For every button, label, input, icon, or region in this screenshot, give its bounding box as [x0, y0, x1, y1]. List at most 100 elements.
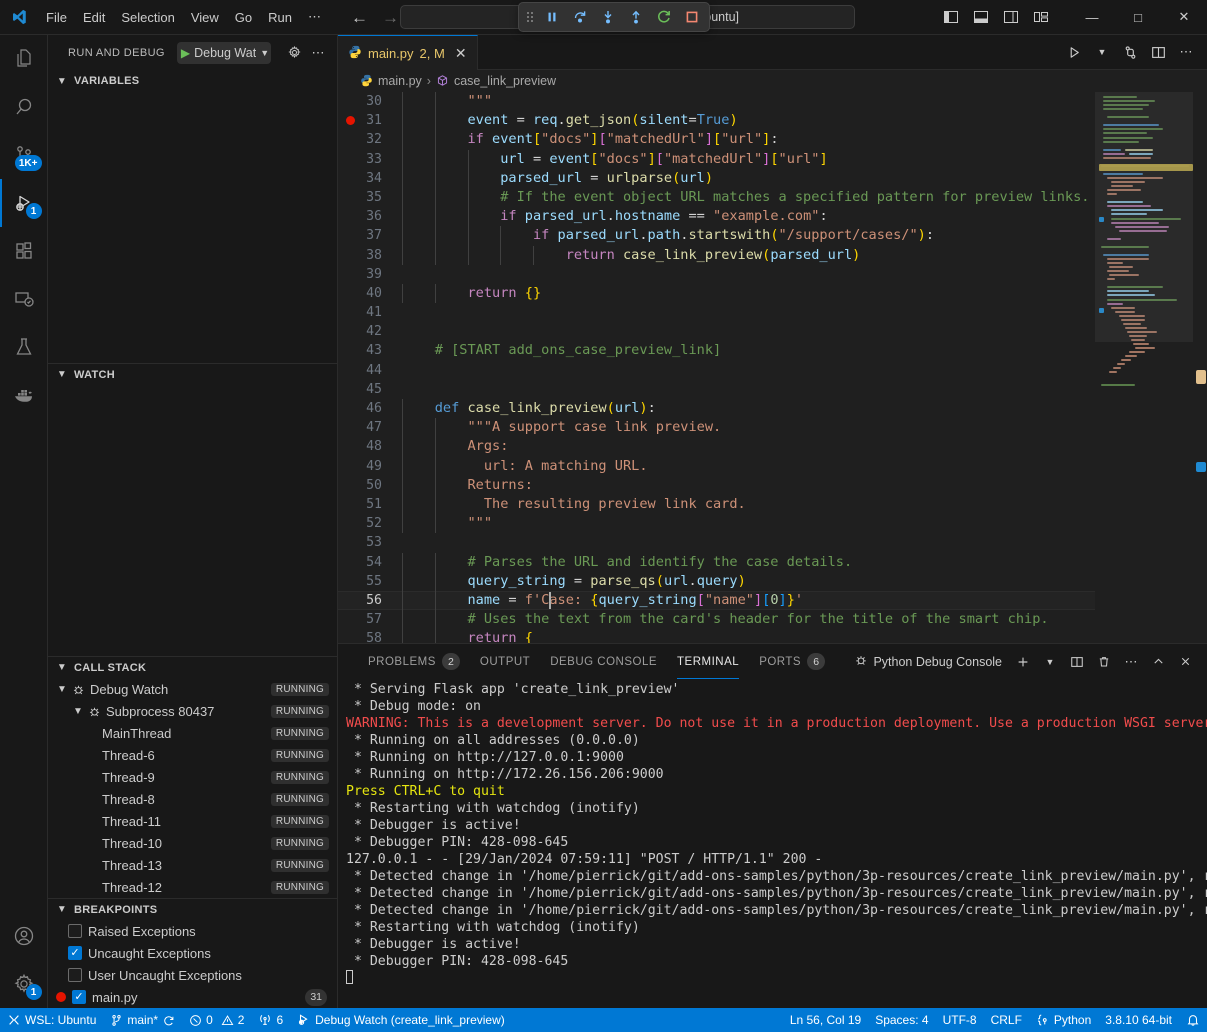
- activity-explorer[interactable]: [0, 35, 48, 83]
- code-line[interactable]: 32 if event["docs"]["matchedUrl"]["url"]…: [338, 130, 1095, 149]
- activity-manage-settings[interactable]: 1: [0, 960, 48, 1008]
- code-line[interactable]: 56 name = f'Case: {query_string["name"][…: [338, 591, 1095, 610]
- menu-more[interactable]: ⋯: [300, 5, 329, 29]
- line-number[interactable]: 52: [338, 514, 400, 533]
- code-line[interactable]: 50 Returns:: [338, 476, 1095, 495]
- panel-more-actions-icon[interactable]: ⋯: [1119, 650, 1143, 674]
- menu-edit[interactable]: Edit: [75, 6, 113, 29]
- variables-section-header[interactable]: ▼ VARIABLES: [48, 70, 337, 92]
- split-editor-icon[interactable]: [1145, 39, 1171, 65]
- line-number[interactable]: 30: [338, 92, 400, 111]
- activity-remote-explorer[interactable]: [0, 275, 48, 323]
- breadcrumb-file[interactable]: main.py: [378, 74, 422, 88]
- line-number[interactable]: 31: [338, 111, 400, 130]
- run-dropdown-chevron-icon[interactable]: ▼: [1089, 39, 1115, 65]
- editor-more-actions-icon[interactable]: ⋯: [1173, 39, 1199, 65]
- call-stack-row[interactable]: Thread-13RUNNING: [48, 854, 337, 876]
- code-line[interactable]: 31 event = req.get_json(silent=True): [338, 111, 1095, 130]
- breakpoint-row[interactable]: ✓Uncaught Exceptions: [48, 942, 337, 964]
- gear-icon[interactable]: [283, 42, 305, 64]
- activity-run-and-debug[interactable]: 1: [0, 179, 48, 227]
- line-number[interactable]: 35: [338, 188, 400, 207]
- status-ports[interactable]: 6: [251, 1008, 290, 1032]
- terminal-dropdown-chevron-icon[interactable]: ▼: [1038, 650, 1062, 674]
- line-number[interactable]: 38: [338, 246, 400, 265]
- code-line[interactable]: 43 # [START add_ons_case_preview_link]: [338, 341, 1095, 360]
- code-line[interactable]: 46 def case_link_preview(url):: [338, 399, 1095, 418]
- minimap-slider[interactable]: [1095, 92, 1193, 342]
- activity-testing[interactable]: [0, 323, 48, 371]
- code-line[interactable]: 58 return {: [338, 629, 1095, 643]
- minimap[interactable]: [1095, 92, 1207, 643]
- status-cursor-position[interactable]: Ln 56, Col 19: [783, 1008, 868, 1032]
- editor-scrollbar[interactable]: [1193, 92, 1207, 643]
- sync-icon[interactable]: [162, 1014, 175, 1027]
- active-terminal-name[interactable]: Python Debug Console: [854, 653, 1002, 670]
- kill-terminal-icon[interactable]: [1092, 650, 1116, 674]
- step-out-button[interactable]: [623, 5, 649, 29]
- line-number[interactable]: 41: [338, 303, 400, 322]
- arrow-left-icon[interactable]: ←: [351, 9, 368, 26]
- menu-selection[interactable]: Selection: [113, 6, 182, 29]
- close-window-button[interactable]: ✕: [1161, 0, 1207, 35]
- line-number[interactable]: 58: [338, 629, 400, 643]
- status-encoding[interactable]: UTF-8: [936, 1008, 984, 1032]
- line-number[interactable]: 34: [338, 169, 400, 188]
- code-line[interactable]: 40 return {}: [338, 284, 1095, 303]
- activity-search[interactable]: [0, 83, 48, 131]
- menu-file[interactable]: File: [38, 6, 75, 29]
- status-notifications[interactable]: [1179, 1008, 1207, 1032]
- call-stack-row[interactable]: ▼Debug WatchRUNNING: [48, 678, 337, 700]
- split-terminal-icon[interactable]: [1065, 650, 1089, 674]
- toggle-secondary-sidebar-icon[interactable]: [997, 4, 1025, 30]
- breakpoints-section-header[interactable]: ▼ BREAKPOINTS: [48, 898, 337, 920]
- call-stack-row[interactable]: Thread-8RUNNING: [48, 788, 337, 810]
- panel-tab-terminal[interactable]: TERMINAL: [667, 644, 749, 679]
- code-line[interactable]: 55 query_string = parse_qs(url.query): [338, 572, 1095, 591]
- launch-configuration-selector[interactable]: ▶ Debug Wat ▼: [177, 42, 271, 64]
- line-number[interactable]: 49: [338, 457, 400, 476]
- code-line[interactable]: 52 """: [338, 514, 1095, 533]
- chevron-down-icon[interactable]: ▼: [260, 48, 269, 58]
- code-line[interactable]: 30 """: [338, 92, 1095, 111]
- menu-run[interactable]: Run: [260, 6, 300, 29]
- status-language[interactable]: Python: [1029, 1008, 1098, 1032]
- panel-tab-output[interactable]: OUTPUT: [470, 644, 540, 679]
- call-stack-row[interactable]: ▼Subprocess 80437RUNNING: [48, 700, 337, 722]
- line-number[interactable]: 50: [338, 476, 400, 495]
- code-content[interactable]: 30 """31 event = req.get_json(silent=Tru…: [338, 92, 1095, 643]
- code-line[interactable]: 44: [338, 361, 1095, 380]
- call-stack-section-header[interactable]: ▼ CALL STACK: [48, 656, 337, 678]
- line-number[interactable]: 42: [338, 322, 400, 341]
- menu-go[interactable]: Go: [227, 6, 260, 29]
- line-number[interactable]: 36: [338, 207, 400, 226]
- start-debugging-icon[interactable]: ▶: [181, 46, 190, 60]
- maximize-panel-icon[interactable]: [1146, 650, 1170, 674]
- line-number[interactable]: 57: [338, 610, 400, 629]
- close-panel-icon[interactable]: [1173, 650, 1197, 674]
- breakpoint-row[interactable]: User Uncaught Exceptions: [48, 964, 337, 986]
- breadcrumb-symbol[interactable]: case_link_preview: [454, 74, 556, 88]
- toggle-primary-sidebar-icon[interactable]: [937, 4, 965, 30]
- code-line[interactable]: 34 parsed_url = urlparse(url): [338, 169, 1095, 188]
- line-number[interactable]: 39: [338, 265, 400, 284]
- code-line[interactable]: 49 url: A matching URL.: [338, 457, 1095, 476]
- breakpoint-row[interactable]: Raised Exceptions: [48, 920, 337, 942]
- new-terminal-icon[interactable]: [1011, 650, 1035, 674]
- line-number[interactable]: 54: [338, 553, 400, 572]
- code-line[interactable]: 47 """A support case link preview.: [338, 418, 1095, 437]
- status-indentation[interactable]: Spaces: 4: [868, 1008, 935, 1032]
- toggle-panel-icon[interactable]: [967, 4, 995, 30]
- code-line[interactable]: 37 if parsed_url.path.startswith("/suppo…: [338, 226, 1095, 245]
- tab-main-py[interactable]: main.py 2, M ✕: [338, 35, 478, 70]
- line-number[interactable]: 46: [338, 399, 400, 418]
- more-actions-icon[interactable]: ⋯: [307, 42, 329, 64]
- terminal-output[interactable]: * Serving Flask app 'create_link_preview…: [338, 679, 1207, 1008]
- activity-docker[interactable]: [0, 371, 48, 419]
- call-stack-row[interactable]: Thread-10RUNNING: [48, 832, 337, 854]
- status-interpreter[interactable]: 3.8.10 64-bit: [1098, 1008, 1179, 1032]
- code-line[interactable]: 45: [338, 380, 1095, 399]
- line-number[interactable]: 32: [338, 130, 400, 149]
- activity-source-control[interactable]: 1K+: [0, 131, 48, 179]
- code-line[interactable]: 36 if parsed_url.hostname == "example.co…: [338, 207, 1095, 226]
